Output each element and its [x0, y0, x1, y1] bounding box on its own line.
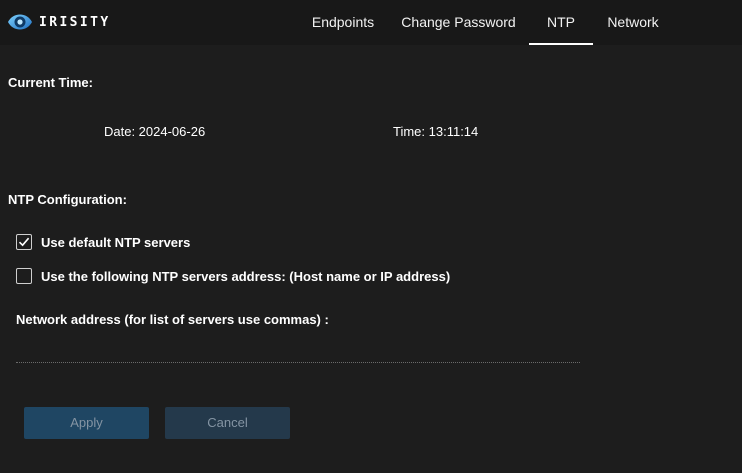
use-following-ntp-checkbox[interactable]: [16, 268, 32, 284]
network-address-label: Network address (for list of servers use…: [16, 312, 329, 327]
apply-button[interactable]: Apply: [24, 407, 149, 439]
network-address-input[interactable]: [16, 336, 580, 363]
current-time-heading: Current Time:: [8, 75, 93, 90]
current-date: Date: 2024-06-26: [104, 124, 206, 139]
tab-endpoints[interactable]: Endpoints: [300, 0, 386, 45]
use-default-ntp-label[interactable]: Use default NTP servers: [41, 235, 190, 250]
checkmark-icon: [18, 237, 30, 247]
brand-name: IRISITY: [39, 15, 111, 30]
use-default-ntp-checkbox[interactable]: [16, 234, 32, 250]
cancel-button[interactable]: Cancel: [165, 407, 290, 439]
tab-change-password[interactable]: Change Password: [392, 0, 525, 45]
tab-network[interactable]: Network: [597, 0, 669, 45]
current-time: Time: 13:11:14: [393, 124, 479, 139]
top-navigation-bar: IRISITY Endpoints Change Password NTP Ne…: [0, 0, 742, 45]
use-following-ntp-label[interactable]: Use the following NTP servers address: (…: [41, 269, 450, 284]
ntp-configuration-heading: NTP Configuration:: [8, 192, 127, 207]
irisity-logo-icon: [6, 8, 34, 36]
tab-ntp[interactable]: NTP: [529, 0, 593, 45]
